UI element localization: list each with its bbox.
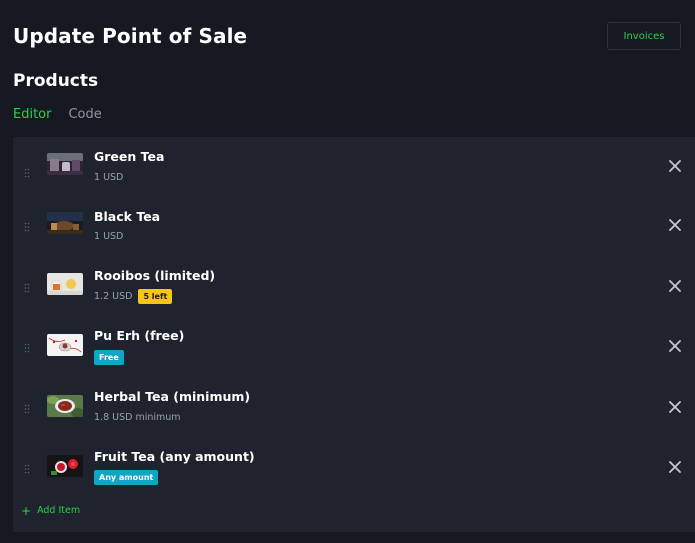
product-item: Rooibos (limited) 1.2 USD 5 left [13, 262, 695, 312]
price-badge: Free [94, 350, 124, 365]
product-name: Fruit Tea (any amount) [94, 449, 255, 464]
herbal-tea-thumbnail [47, 395, 83, 417]
product-price: 1.2 USD [94, 291, 133, 302]
remove-item-icon[interactable] [669, 340, 681, 352]
product-name: Herbal Tea (minimum) [94, 389, 251, 404]
tab-code[interactable]: Code [68, 107, 101, 122]
green-tea-thumbnail [47, 153, 83, 175]
stock-badge: 5 left [138, 289, 173, 304]
add-item-button[interactable]: + Add Item [21, 503, 81, 518]
product-meta: 1.8 USD minimum [94, 410, 181, 425]
products-editor-panel: Green Tea 1 USD Black Tea 1 USD Rooibos … [13, 137, 695, 532]
product-meta: 1 USD [94, 229, 123, 244]
pu-erh-thumbnail [47, 334, 83, 356]
drag-handle-icon[interactable] [24, 343, 30, 353]
update-point-of-sale-page: Update Point of Sale Invoices Products E… [0, 0, 695, 543]
product-item: Fruit Tea (any amount) Any amount [13, 443, 695, 493]
product-item: Herbal Tea (minimum) 1.8 USD minimum [13, 382, 695, 432]
fruit-tea-thumbnail [47, 455, 83, 477]
product-name: Rooibos (limited) [94, 268, 216, 283]
add-item-label: Add Item [37, 505, 81, 516]
product-item: Pu Erh (free) Free [13, 322, 695, 372]
drag-handle-icon[interactable] [24, 464, 30, 474]
product-price: 1 USD [94, 231, 124, 242]
drag-handle-icon[interactable] [24, 404, 30, 414]
product-meta: 1.2 USD 5 left [94, 289, 173, 304]
product-name: Pu Erh (free) [94, 328, 185, 343]
drag-handle-icon[interactable] [24, 283, 30, 293]
price-badge: Any amount [94, 470, 159, 485]
product-name: Green Tea [94, 149, 165, 164]
editor-tabs: Editor Code [13, 107, 102, 122]
drag-handle-icon[interactable] [24, 222, 30, 232]
rooibos-thumbnail [47, 273, 83, 295]
product-item: Green Tea 1 USD [13, 142, 695, 192]
product-meta: Free [94, 350, 124, 365]
product-name: Black Tea [94, 209, 161, 224]
product-meta: Any amount [94, 470, 159, 485]
black-tea-thumbnail [47, 212, 83, 234]
product-price: 1.8 USD minimum [94, 412, 181, 423]
product-meta: 1 USD [94, 170, 123, 185]
remove-item-icon[interactable] [669, 461, 681, 473]
invoices-button[interactable]: Invoices [607, 22, 681, 50]
remove-item-icon[interactable] [669, 401, 681, 413]
product-item: Black Tea 1 USD [13, 202, 695, 252]
products-section-title: Products [13, 71, 99, 91]
plus-icon: + [21, 503, 32, 518]
product-price: 1 USD [94, 172, 124, 183]
page-title: Update Point of Sale [13, 24, 248, 48]
drag-handle-icon[interactable] [24, 168, 30, 178]
tab-editor[interactable]: Editor [13, 107, 51, 122]
remove-item-icon[interactable] [669, 219, 681, 231]
remove-item-icon[interactable] [669, 280, 681, 292]
remove-item-icon[interactable] [669, 160, 681, 172]
